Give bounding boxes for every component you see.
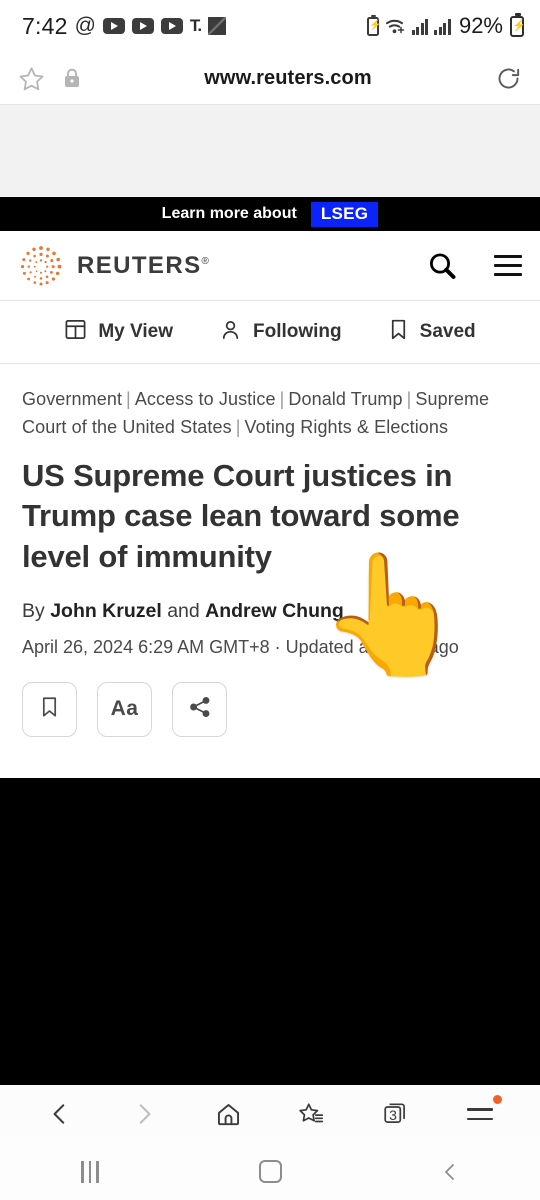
lseg-promo-banner[interactable]: Learn more about LSEG — [0, 197, 540, 231]
chevron-left-icon — [445, 1163, 454, 1180]
person-icon — [219, 318, 242, 346]
youtube-icon — [160, 18, 183, 34]
kicker-separator: | — [235, 416, 241, 437]
youtube-icon — [102, 18, 125, 34]
hamburger-menu-icon[interactable] — [494, 255, 522, 276]
star-list-icon — [299, 1103, 324, 1123]
text-size-icon: Aa — [110, 697, 139, 721]
kicker-separator: | — [279, 389, 285, 409]
article-timestamp: April 26, 2024 6:29 AM GMT+8 · Updated a… — [22, 636, 459, 657]
bookmark-button[interactable] — [22, 681, 77, 737]
hamburger-menu-icon — [467, 1108, 493, 1120]
bookmarks-button[interactable] — [284, 1091, 340, 1137]
byline-prefix: By — [22, 599, 51, 622]
tab-saved[interactable]: Saved — [388, 318, 476, 346]
article-action-buttons: Aa — [22, 681, 518, 737]
reuters-dots-icon — [20, 245, 62, 285]
kicker-link[interactable]: Government — [22, 389, 122, 409]
promo-label: Learn more about — [161, 205, 297, 222]
kicker-link[interactable]: Access to Justice — [135, 389, 276, 409]
article-video-player[interactable] — [0, 778, 540, 1085]
kicker-link[interactable]: Voting Rights & Elections — [245, 417, 449, 437]
author-name[interactable]: Andrew Chung — [205, 600, 344, 622]
page-title: US Supreme Court justices in Trump case … — [22, 457, 460, 574]
tab-count-label: 3 — [389, 1107, 397, 1123]
battery-small-icon — [366, 14, 379, 36]
breadcrumb: Government | Access to Justice | Donald Trum… — [22, 386, 518, 442]
byline: By John Kruzel and Andrew Chung — [22, 600, 518, 623]
browser-url-bar[interactable]: www.reuters.com — [0, 52, 540, 105]
status-bar-left: 7:42 @ T. — [22, 12, 227, 40]
forward-button — [116, 1091, 172, 1137]
status-bar-clock: 7:42 — [22, 12, 68, 39]
recents-icon — [81, 1160, 99, 1183]
wifi-icon — [385, 17, 406, 35]
reuters-brand-text: REUTERS — [77, 251, 202, 279]
tiktok-icon: T. — [189, 16, 202, 35]
lseg-badge[interactable]: LSEG — [310, 201, 379, 227]
reload-icon[interactable] — [495, 65, 522, 92]
section-tabs: My View Following Saved — [0, 301, 540, 364]
at-icon: @ — [74, 14, 96, 37]
kicker-link[interactable]: Donald Trump — [288, 389, 402, 409]
bookmark-icon — [388, 318, 409, 346]
tabs-button[interactable]: 3 — [368, 1091, 424, 1137]
battery-icon — [510, 12, 524, 37]
home-button[interactable] — [200, 1091, 256, 1137]
signal-icon — [411, 18, 429, 35]
masthead-actions — [426, 250, 522, 282]
byline-conjunction: and — [161, 599, 206, 622]
tab-following[interactable]: Following — [219, 318, 342, 346]
reuters-wordmark: REUTERS® — [77, 252, 210, 280]
qr-icon — [208, 17, 227, 35]
phone-screen: 7:42 @ T. 92% — [0, 0, 540, 1200]
reuters-logo[interactable]: REUTERS® — [18, 243, 210, 289]
bookmark-icon — [40, 695, 59, 724]
youtube-icon — [131, 18, 154, 34]
tab-label: Saved — [419, 321, 476, 342]
home-icon — [217, 1103, 239, 1125]
registered-mark: ® — [201, 255, 211, 267]
search-icon[interactable] — [426, 250, 458, 282]
url-bar-left-icons — [18, 65, 81, 92]
ad-placeholder — [0, 105, 540, 197]
browser-bottom-bar: 3 — [0, 1085, 540, 1143]
browser-menu-button[interactable] — [452, 1091, 508, 1137]
chevron-right-icon — [139, 1104, 151, 1124]
tab-label: My View — [98, 321, 173, 342]
android-nav-bar — [0, 1143, 540, 1200]
share-button[interactable] — [172, 681, 227, 737]
signal-icon — [434, 18, 451, 35]
dashboard-icon — [64, 318, 87, 346]
share-icon — [188, 695, 212, 724]
star-icon[interactable] — [18, 65, 45, 92]
tab-my-view[interactable]: My View — [64, 318, 173, 346]
article-container: Government | Access to Justice | Donald Trum… — [0, 364, 540, 737]
text-size-button[interactable]: Aa — [97, 681, 152, 737]
home-button[interactable] — [242, 1149, 298, 1195]
battery-percent-label: 92% — [458, 13, 503, 38]
url-text[interactable]: www.reuters.com — [81, 67, 495, 90]
author-name[interactable]: John Kruzel — [50, 600, 162, 622]
chevron-left-icon — [53, 1104, 65, 1124]
home-square-icon — [258, 1160, 282, 1183]
back-button[interactable] — [422, 1149, 478, 1195]
menu-notification-badge — [493, 1095, 502, 1104]
reuters-masthead: REUTERS® — [0, 231, 540, 301]
tab-label: Following — [253, 321, 342, 342]
kicker-separator: | — [406, 389, 412, 409]
android-status-bar: 7:42 @ T. 92% — [0, 0, 540, 52]
kicker-separator: | — [126, 389, 131, 409]
recents-button[interactable] — [62, 1149, 118, 1195]
status-bar-right: 92% — [366, 12, 524, 39]
lock-icon[interactable] — [63, 67, 81, 89]
back-button[interactable] — [32, 1091, 88, 1137]
